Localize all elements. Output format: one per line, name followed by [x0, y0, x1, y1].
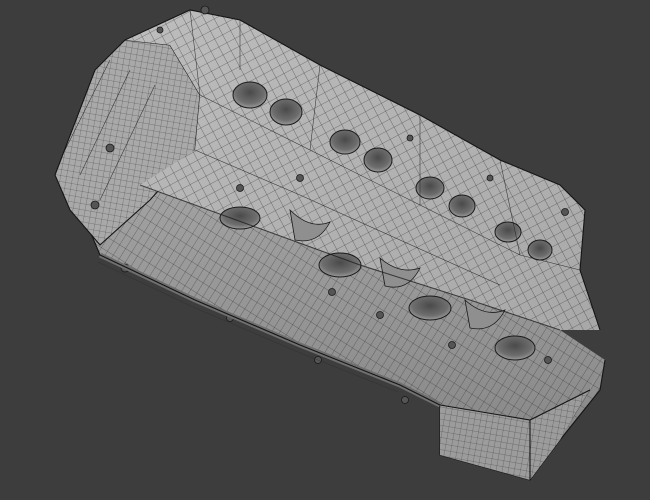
3d-viewport[interactable]: [0, 0, 650, 500]
mesh-render: [54, 5, 606, 481]
